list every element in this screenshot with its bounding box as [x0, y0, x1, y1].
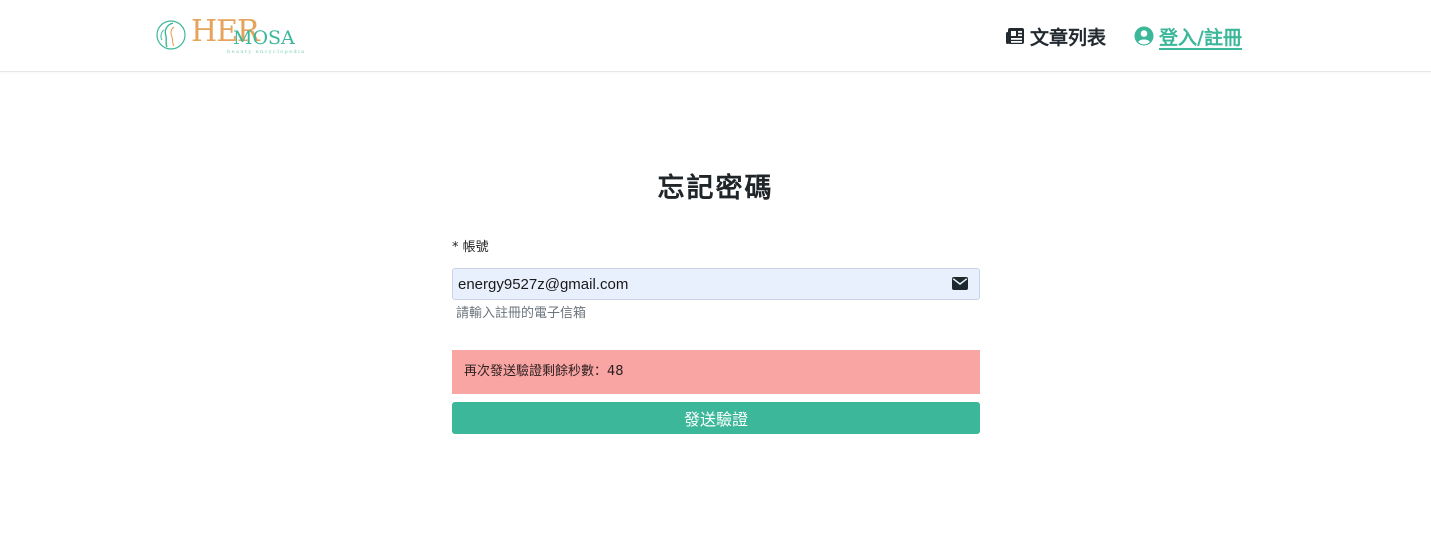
woman-silhouette-icon — [156, 20, 186, 50]
account-help-text: 請輸入註冊的電子信箱 — [456, 306, 587, 321]
top-navbar: HER MOSA beauty encyclopedia 文章列表 登入/註冊 — [0, 0, 1431, 72]
logo-text-mosa: MOSA — [233, 27, 295, 49]
logo-tagline: beauty encyclopedia — [227, 49, 306, 55]
newspaper-icon — [1006, 28, 1024, 44]
envelope-icon — [952, 277, 968, 290]
account-label: * 帳號 — [452, 240, 489, 255]
forgot-password-form: * 帳號 請輸入註冊的電子信箱 再次發送驗證剩餘秒數：48 發送驗證 — [452, 238, 980, 434]
brand-logo[interactable]: HER MOSA beauty encyclopedia — [155, 16, 304, 56]
account-email-input[interactable] — [452, 268, 980, 300]
nav-login-label: 登入/註冊 — [1159, 26, 1242, 49]
nav-articles-label: 文章列表 — [1030, 26, 1107, 49]
nav-login-link[interactable]: 登入/註冊 — [1134, 22, 1242, 50]
nav-articles-link[interactable]: 文章列表 — [1005, 22, 1106, 50]
logo-wordmark: HER MOSA beauty encyclopedia — [191, 16, 304, 56]
user-circle-icon — [1134, 26, 1154, 46]
page-title: 忘記密碼 — [657, 173, 774, 204]
account-input-group — [452, 268, 980, 300]
resend-countdown-alert: 再次發送驗證剩餘秒數：48 — [452, 350, 980, 394]
send-verification-button[interactable]: 發送驗證 — [452, 402, 980, 434]
